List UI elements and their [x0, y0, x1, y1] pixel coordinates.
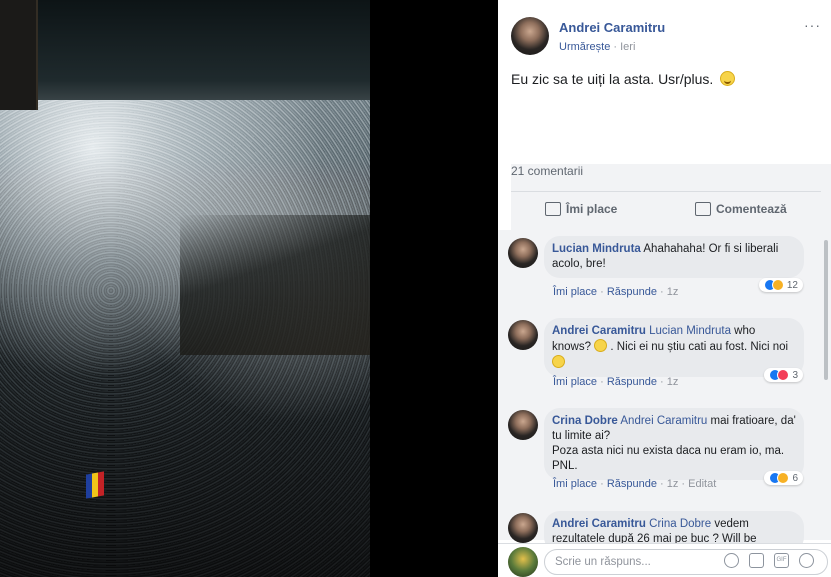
comment-reply-link[interactable]: Răspunde — [607, 376, 657, 388]
comment-edited[interactable]: Editat — [688, 478, 716, 490]
mention-link[interactable]: Crina Dobre — [649, 518, 711, 530]
mention-link[interactable]: Lucian Mindruta — [649, 325, 731, 337]
commenter-avatar[interactable] — [508, 410, 538, 440]
protest-crowd-photo[interactable] — [0, 0, 370, 577]
comment-like-link[interactable]: Îmi place — [553, 376, 597, 388]
thumbs-up-icon — [545, 202, 561, 216]
post-time[interactable]: Ieri — [620, 41, 635, 53]
post-header: Andrei Caramitru Urmărește · Ieri ··· — [511, 17, 821, 57]
sticker-icon[interactable] — [799, 553, 814, 568]
commenter-name[interactable]: Andrei Caramitru — [552, 518, 646, 530]
comment-like-link[interactable]: Îmi place — [553, 286, 597, 298]
comment-bubble: Lucian Mindruta Ahahahaha! Or fi si libe… — [544, 236, 804, 278]
divider — [511, 191, 821, 192]
comment-time[interactable]: 1z — [667, 478, 679, 490]
love-reaction-icon — [777, 369, 790, 381]
street-shadow — [180, 215, 370, 355]
comment-meta: Îmi place · Răspunde · 1z · Editat — [553, 478, 717, 490]
comment-reply-link[interactable]: Răspunde — [607, 478, 657, 490]
comment-meta: Îmi place · Răspunde · 1z — [553, 286, 679, 298]
post-subline: Urmărește · Ieri — [559, 41, 635, 53]
romanian-flag — [86, 471, 104, 499]
building-silhouette — [0, 0, 38, 110]
comment-reactions[interactable]: 12 — [758, 278, 803, 292]
post-stats: 71 21 comentarii — [511, 164, 831, 474]
post-text-body: Eu zic sa te uiți la asta. Usr/plus. — [511, 71, 714, 87]
comment-button-label: Comentează — [716, 202, 787, 216]
mention-link[interactable]: Andrei Caramitru — [620, 415, 707, 427]
follow-link[interactable]: Urmărește — [559, 41, 610, 53]
commenter-name[interactable]: Lucian Mindruta — [552, 243, 641, 255]
laughing-emoji-icon — [552, 355, 565, 368]
comments-list: Lucian Mindruta Ahahahaha! Or fi si libe… — [498, 230, 831, 553]
viewer-avatar — [508, 547, 538, 577]
stage: Andrei Caramitru Urmărește · Ieri ··· Eu… — [0, 0, 831, 577]
commenter-avatar[interactable] — [508, 238, 538, 268]
haha-reaction-icon — [771, 279, 784, 291]
like-button[interactable]: Îmi place — [545, 202, 617, 216]
comment-bubble: Andrei Caramitru Lucian Mindruta who kno… — [544, 318, 804, 377]
commenter-avatar[interactable] — [508, 513, 538, 543]
smile-emoji-icon — [720, 71, 736, 86]
separator: · — [610, 41, 621, 53]
post-text: Eu zic sa te uiți la asta. Usr/plus. — [511, 71, 736, 87]
speech-bubble-icon — [695, 202, 711, 216]
author-name[interactable]: Andrei Caramitru — [559, 20, 665, 35]
post-actions: Îmi place Comentează — [511, 196, 821, 226]
comment-reactions[interactable]: 6 — [764, 471, 803, 485]
comment-reactions[interactable]: 3 — [764, 368, 803, 382]
comment-reaction-count: 6 — [792, 473, 798, 484]
gif-icon[interactable]: GIF — [774, 553, 789, 568]
more-options-icon[interactable]: ··· — [804, 17, 821, 33]
like-button-label: Îmi place — [566, 202, 618, 216]
comment-reaction-count: 3 — [792, 370, 798, 381]
comments-scrollbar[interactable] — [824, 240, 828, 380]
comment-reply-link[interactable]: Răspunde — [607, 286, 657, 298]
comment-button[interactable]: Comentează — [695, 202, 831, 216]
comment-reaction-count: 12 — [786, 280, 798, 291]
photo-viewer-background — [370, 0, 498, 577]
camera-icon[interactable] — [749, 553, 764, 568]
haha-reaction-icon — [777, 472, 790, 484]
comment-meta: Îmi place · Răspunde · 1z — [553, 376, 679, 388]
commenter-name[interactable]: Andrei Caramitru — [552, 325, 646, 337]
post-panel: Andrei Caramitru Urmărește · Ieri ··· Eu… — [498, 0, 831, 577]
comment-time[interactable]: 1z — [667, 286, 679, 298]
comment-text-continued: . Nici ei nu știu cati au fost. Nici noi — [607, 341, 789, 353]
commenter-avatar[interactable] — [508, 320, 538, 350]
comment-text-second-line: Poza asta nici nu exista daca nu eram io… — [552, 445, 785, 472]
laughing-emoji-icon — [594, 339, 608, 352]
commenter-name[interactable]: Crina Dobre — [552, 415, 618, 427]
author-avatar[interactable] — [511, 17, 549, 55]
reply-bar: Scrie un răspuns... GIF — [498, 543, 831, 577]
comment-like-link[interactable]: Îmi place — [553, 478, 597, 490]
emoji-icon[interactable] — [724, 553, 739, 568]
comment-time[interactable]: 1z — [667, 376, 679, 388]
comment-bubble: Crina Dobre Andrei Caramitru mai fratioa… — [544, 408, 804, 480]
night-sky — [0, 0, 370, 115]
